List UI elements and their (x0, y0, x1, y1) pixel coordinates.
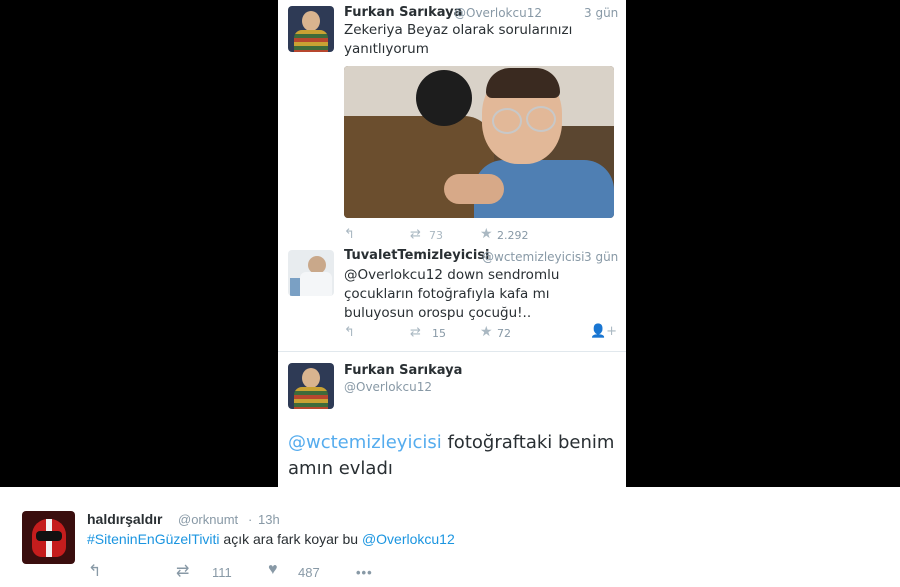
author-name: Furkan Sarıkaya (344, 363, 463, 378)
author-name: TuvaletTemizleyicisi (344, 248, 490, 263)
embedded-screenshot: Furkan Sarıkaya @Overlokcu12 3 gün Zeker… (278, 0, 626, 487)
meta-separator: · (248, 512, 253, 527)
author-handle: @wctemizleyicisi (482, 250, 585, 264)
tweet-text: #SiteninEnGüzelTiviti açık ara fark koya… (87, 531, 455, 547)
tweet-text-large: @wctemizleyicisi fotoğraftaki benim amın… (288, 430, 618, 482)
author-name: Furkan Sarıkaya (344, 5, 463, 20)
retweet-count: 73 (429, 229, 443, 242)
mention-link: @wctemizleyicisi (288, 432, 442, 453)
star-icon: ★ (480, 324, 493, 340)
avatar-furkan (288, 6, 334, 52)
tweet-text-body: açık ara fark koyar bu (219, 531, 362, 547)
divider (278, 351, 626, 352)
tweet-text: Zekeriya Beyaz olarak sorularınızı yanıt… (344, 22, 573, 57)
heart-icon[interactable]: ♥ (268, 561, 278, 579)
tweet-time[interactable]: 13h (258, 512, 280, 527)
avatar-furkan (288, 363, 334, 409)
retweet-icon: ⇄ (410, 325, 421, 340)
retweet-icon: ⇄ (410, 227, 421, 242)
follow-user-icon: 👤+ (590, 324, 618, 339)
mention-link[interactable]: @Overlokcu12 (362, 531, 455, 547)
author-name[interactable]: haldırşaldır (87, 511, 162, 527)
star-icon: ★ (480, 226, 493, 242)
retweet-count: 15 (432, 327, 446, 340)
author-handle: @Overlokcu12 (344, 380, 432, 394)
more-dots-icon[interactable]: ••• (356, 565, 373, 580)
tweet-time: 3 gün (584, 250, 619, 264)
avatar[interactable] (22, 511, 75, 564)
like-count: 2.292 (497, 229, 529, 242)
avatar-wctemizleyicisi (288, 250, 334, 296)
like-count: 72 (497, 327, 511, 340)
like-count: 487 (298, 565, 320, 580)
tweet-time: 3 gün (584, 6, 619, 20)
tweet-photo (344, 66, 614, 218)
author-handle: @Overlokcu12 (454, 6, 542, 20)
author-handle[interactable]: @orknumt (178, 512, 238, 527)
reply-arrow-icon: ↰ (344, 325, 355, 340)
reply-arrow-icon[interactable]: ↰ (88, 561, 101, 581)
reply-arrow-icon: ↰ (344, 227, 355, 242)
tweet-text: @Overlokcu12 down sendromlu çocukların f… (344, 267, 560, 321)
retweet-count: 111 (212, 565, 232, 580)
hashtag-link[interactable]: #SiteninEnGüzelTiviti (87, 531, 220, 547)
retweet-icon[interactable]: ⇄ (176, 561, 189, 581)
